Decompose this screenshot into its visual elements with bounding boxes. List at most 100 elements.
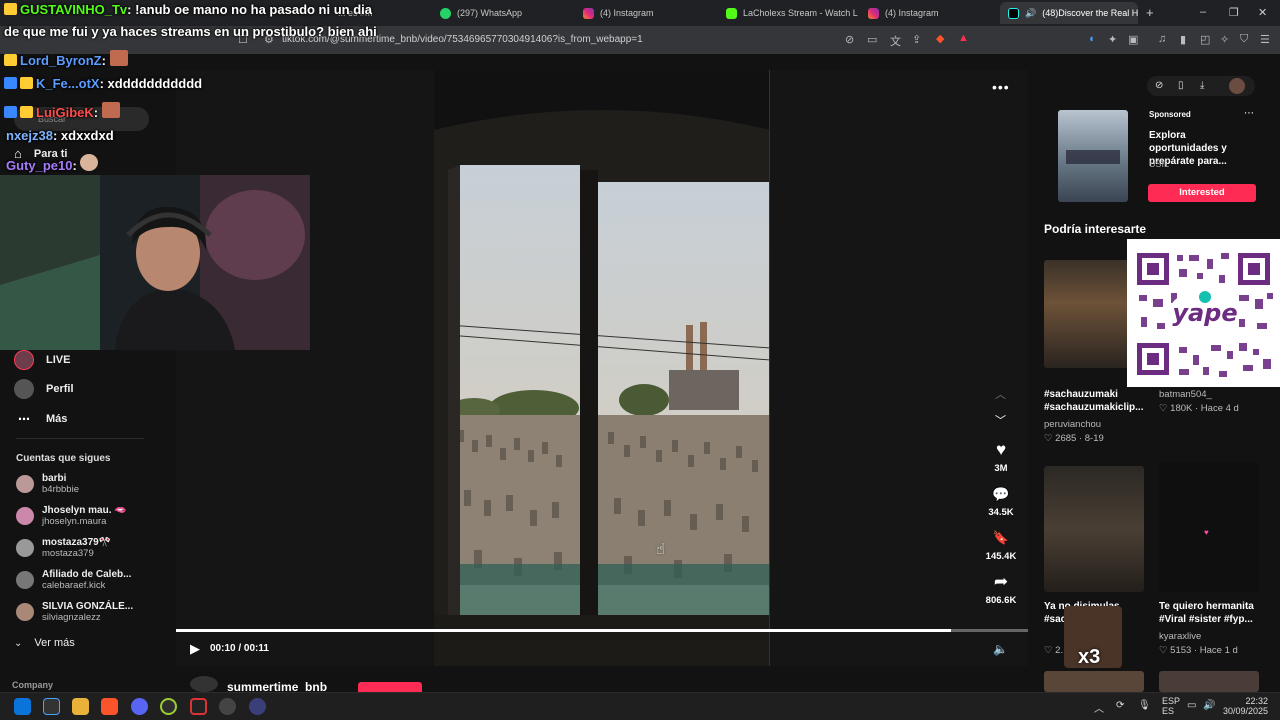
close-window-button[interactable]: ✕ [1258,6,1267,19]
following-item-barbi[interactable]: barbi b4rbbbie [16,473,79,495]
follow-button[interactable] [358,682,422,692]
app-2-icon[interactable] [190,698,207,715]
volume-tray-icon[interactable]: 🔊 [1203,700,1215,711]
file-explorer-icon[interactable] [72,698,89,715]
interested-button[interactable]: Interested [1148,184,1256,202]
chat-message: : [93,105,99,120]
coin-icon[interactable]: ⊘ [1155,80,1163,91]
qr-code-pattern: yape [1127,239,1280,387]
comment-action[interactable]: 💬 34.5K [984,485,1018,518]
video-progress-bar[interactable] [176,629,1028,632]
sidebar-icon[interactable]: ▮ [1180,33,1186,46]
tray-chevron-icon[interactable]: ︿ [1094,700,1104,715]
video-progress-fill [176,629,952,632]
more-options-icon[interactable]: ••• [992,79,1010,95]
extensions-icon[interactable]: ✦ [1108,33,1117,46]
language-indicator[interactable]: ESP ES [1162,696,1180,716]
chat-username: LuiGibeK [36,105,94,120]
share-action[interactable]: ➦ 806.6K [984,573,1018,607]
sidebar-item-live[interactable]: LIVE [14,350,70,370]
tab-whatsapp[interactable]: (297) WhatsApp [432,2,572,24]
reader-icon[interactable]: ⊘ [845,33,854,46]
discord-icon[interactable] [131,698,148,715]
speaker-icon: 🔊 [1025,7,1037,18]
suggestion-author-4[interactable]: kyaraxlive [1159,631,1201,642]
windows-start-icon[interactable] [14,698,31,715]
following-item-mostaza[interactable]: mostaza379🎌 mostaza379 [16,537,111,559]
search-icon[interactable] [43,698,60,715]
suggestion-author-1[interactable]: peruvianchou [1044,419,1101,430]
wallet-2-icon[interactable]: ◰ [1200,33,1210,46]
vpn-icon[interactable]: ⛉ [1240,33,1248,46]
chat-username: GUSTAVINHO_Tv [20,2,128,17]
suggestion-title-1[interactable]: #sachauzumaki #sachauzumakiclip... [1044,388,1154,414]
clock-time: 22:32 [1245,696,1268,706]
device-icon[interactable]: ▯ [1178,80,1184,91]
minimize-button[interactable]: – [1200,6,1206,18]
user-avatar[interactable] [1229,78,1245,94]
brave-rewards-icon[interactable]: ▲ [958,32,969,44]
brave-shields-icon[interactable]: ◆ [936,32,944,45]
bookmark-action[interactable]: 🔖 145.4K [984,529,1018,562]
tab-tiktok-label: (48)Discover the Real H [1042,8,1138,18]
video-frame[interactable] [434,70,770,666]
maximize-button[interactable]: ❐ [1229,6,1239,19]
menu-icon[interactable]: ☰ [1260,33,1270,46]
steam-icon[interactable] [219,698,236,715]
following-item-jhoselyn[interactable]: Jhoselyn mau. 🫦 jhoselyn.maura [16,505,127,527]
suggestion-thumbnail-6[interactable] [1159,671,1259,692]
volume-icon[interactable]: 🔈 [993,642,1008,656]
company-link[interactable]: Company [12,680,53,690]
tab-instagram-2[interactable]: (4) Instagram [860,2,1000,24]
following-item-silvia[interactable]: SILVIA GONZÁLE... silviagnzalezz [16,601,133,623]
following-item-caleb[interactable]: Afiliado de Caleb... calebaraef.kick [16,569,131,591]
following-name: SILVIA GONZÁLE... [42,601,134,612]
suggestion-thumbnail-5[interactable] [1044,671,1144,692]
leo-icon[interactable]: ✧ [1220,33,1229,46]
obs-icon[interactable] [249,698,266,715]
new-tab-button[interactable]: + [1146,5,1154,20]
yape-logo: yape [1172,299,1237,327]
network-icon[interactable]: ▭ [1187,700,1196,711]
app-icon[interactable] [160,698,177,715]
ad-options-icon[interactable]: ⋯ [1244,108,1254,119]
sponsored-thumbnail[interactable] [1058,110,1128,202]
tab-tiktok[interactable]: 🔊 (48)Discover the Real H ✕ [1000,2,1138,24]
author-avatar[interactable] [190,676,218,692]
like-action[interactable]: ♥ 3M [984,440,1018,475]
next-video-icon[interactable]: ﹀ [995,412,1006,428]
wallet-icon[interactable]: ▣ [1128,33,1138,46]
emote-icon [80,154,99,171]
translate-icon[interactable]: 文 [890,33,901,49]
tray-sync-icon[interactable]: ⟳ [1116,700,1124,711]
previous-video-icon[interactable]: ︿ [995,386,1006,402]
audio-icon[interactable]: ◖ [1088,33,1095,45]
tab-instagram[interactable]: (4) Instagram [575,2,715,24]
emote-icon [101,102,120,118]
suggestion-author-2[interactable]: batman504_ [1159,389,1212,400]
heart-icon: ♥ [995,440,1007,459]
sponsored-banner [1066,150,1120,164]
sidebar-item-profile[interactable]: Perfil [14,379,74,399]
suggestion-title-4[interactable]: Te quiero hermanita #Viral #sister #fyp.… [1159,600,1271,626]
brave-browser-icon[interactable] [101,698,118,715]
instagram-icon [583,7,594,19]
chevron-down-icon: ⌄ [14,637,23,649]
crown-badge-icon [20,106,33,118]
tab-kick[interactable]: LaCholexs Stream - Watch Live [718,2,858,24]
crown-badge-icon [4,54,17,66]
suggestion-thumbnail-3[interactable] [1044,466,1144,592]
play-icon[interactable]: ▶ [190,641,200,657]
avatar [16,475,34,493]
see-more-button[interactable]: ⌄ Ver más [14,637,75,649]
media-icon[interactable]: ♫ [1158,33,1166,45]
download-icon[interactable]: ⤓ [1200,80,1204,91]
clock[interactable]: 22:32 30/09/2025 [1222,696,1268,716]
sponsored-label: Sponsored [1149,110,1191,119]
sidebar-item-more[interactable]: ⋯ Más [14,409,67,429]
cast-icon[interactable]: ▭ [867,33,877,46]
microphone-icon[interactable]: 🎙 [1138,700,1151,711]
suggestion-thumbnail-4[interactable]: ♥ [1159,462,1259,592]
share-page-icon[interactable]: ⇪ [912,33,921,46]
following-username: mostaza379 [42,548,94,559]
